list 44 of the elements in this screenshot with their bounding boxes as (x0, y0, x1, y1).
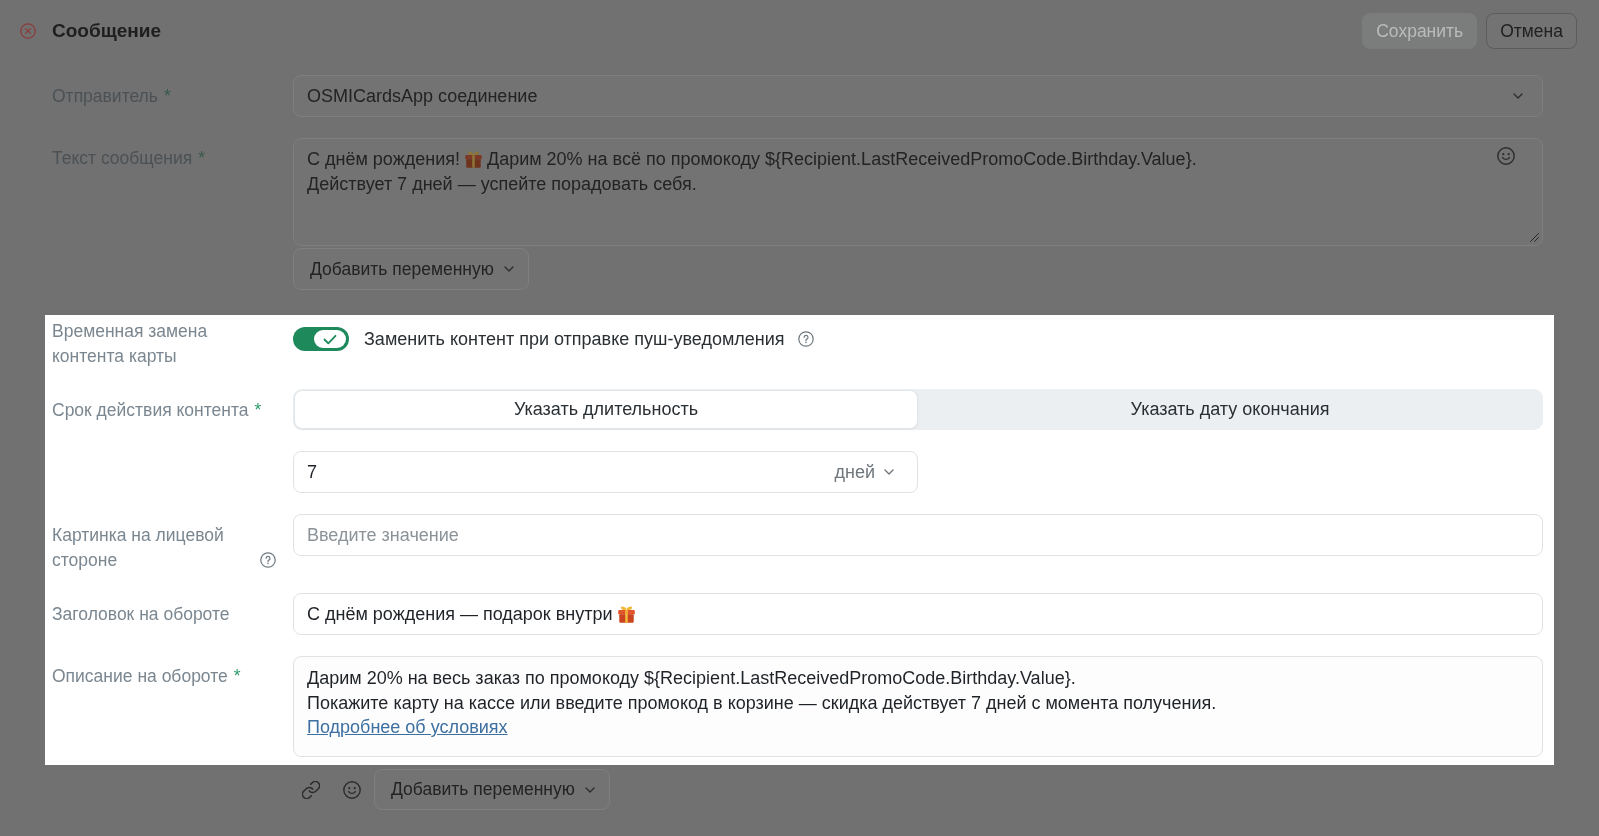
field-label: Описание на обороте (52, 665, 228, 688)
link-icon[interactable] (302, 780, 320, 799)
caret-icon (503, 266, 514, 272)
add-variable-button[interactable]: Добавить переменную (293, 248, 529, 290)
resize-grip-icon[interactable] (1530, 233, 1539, 242)
toggle-label: Заменить контент при отправке пуш-уведомления (364, 328, 785, 351)
cancel-button[interactable]: Отмена (1486, 13, 1577, 49)
required-mark: * (254, 400, 262, 420)
close-icon[interactable] (20, 23, 36, 39)
text-field[interactable]: С днём рождения — подарок внутри (293, 593, 1543, 635)
text-line: Дарим 20% на всё по промокоду ${Recipient.LastReceivedPromoCode.Birthday.Value}. (486, 149, 1197, 169)
field-label: Заголовок на обороте (52, 603, 230, 626)
text-line: Покажите карту на кассе или введите промокод в корзине — скидка действует 7 дней с момента получения. (307, 692, 1217, 713)
add-variable-button[interactable]: Добавить переменную (374, 769, 610, 810)
required-mark: * (233, 666, 241, 686)
terms-link[interactable]: Подробнее об условиях (307, 715, 508, 740)
required-mark: * (163, 86, 171, 106)
smiley-icon[interactable] (1497, 147, 1515, 165)
toggle-switch[interactable] (293, 327, 349, 351)
field-label: Срок действия контента (52, 399, 249, 422)
field-label: Временная замена контента карты (52, 320, 209, 368)
caret-icon (884, 469, 894, 475)
dialog-title: Сообщение (52, 18, 161, 43)
help-icon[interactable] (260, 552, 276, 568)
gift-icon (464, 151, 482, 168)
help-icon[interactable] (797, 331, 814, 347)
text-input[interactable]: Введите значение (293, 514, 1543, 556)
segment-tab[interactable]: Указать дату окончания (918, 390, 1542, 429)
text-line: Дарим 20% на весь заказ по промокоду ${Recipient.LastReceivedPromoCode.Birthday.Value}. (307, 668, 1076, 688)
field-label: Картинка на лицевой стороне (52, 524, 225, 572)
text-line: С днём рождения! (307, 149, 460, 169)
smiley-icon[interactable] (343, 780, 361, 799)
description-textarea[interactable] (293, 656, 1543, 757)
text-line: Действует 7 дней — успейте порадовать себя. (307, 173, 697, 194)
caret-icon (1513, 93, 1523, 99)
caret-icon (584, 786, 595, 793)
segment-tab[interactable]: Указать длительность (294, 390, 918, 429)
unit-dropdown[interactable]: дней (834, 460, 894, 484)
required-mark: * (198, 148, 206, 168)
gift-icon (617, 605, 635, 623)
field-value: С днём рождения — подарок внутри (307, 602, 613, 626)
check-icon (323, 333, 337, 345)
sender-select[interactable]: OSMICardsApp соединение (293, 75, 1543, 117)
message-textarea[interactable]: С днём рождения! Дарим 20% на всё по промокоду ${Recipient.LastReceivedPromoCode.Birthday.Value}. Действует 7 дней — успейте порадовать себя. (293, 138, 1543, 246)
